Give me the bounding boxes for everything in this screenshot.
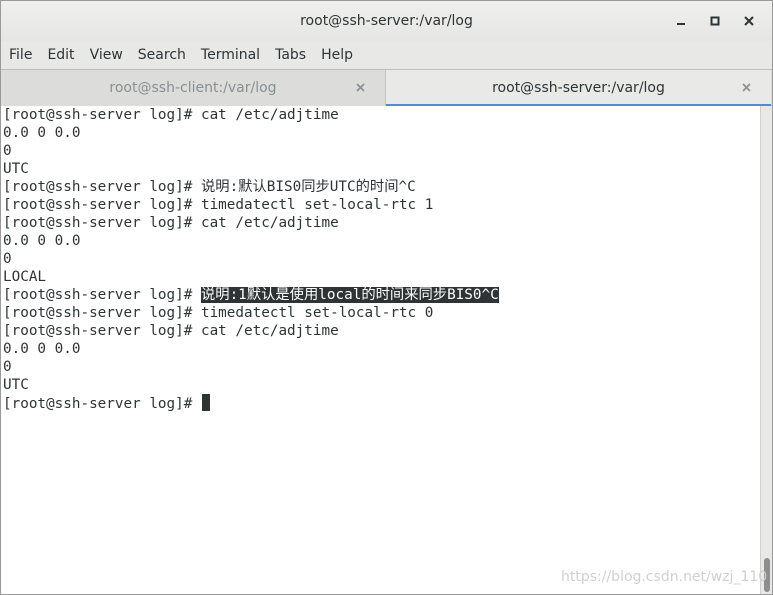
tab-close-icon <box>741 82 751 92</box>
tab-ssh-client[interactable]: root@ssh-client:/var/log <box>1 70 386 106</box>
close-button[interactable] <box>732 7 766 35</box>
menu-tabs[interactable]: Tabs <box>275 47 306 63</box>
watermark: https://blog.csdn.net/wzj_110 <box>561 569 768 585</box>
terminal-line: [root@ssh-server log]# 说明:1默认是使用local的时间… <box>1 286 760 304</box>
menu-search[interactable]: Search <box>138 47 186 63</box>
terminal-line: 0.0 0 0.0 <box>3 233 81 249</box>
terminal-prompt: [root@ssh-server log]# <box>3 396 201 412</box>
menu-help[interactable]: Help <box>321 47 353 63</box>
terminal-line: 0.0 0 0.0 <box>3 125 81 141</box>
terminal-line: [root@ssh-server log]# timedatectl set-l… <box>3 305 434 321</box>
terminal-line: 0 <box>3 251 12 267</box>
terminal-line: 0 <box>3 143 12 159</box>
menu-edit[interactable]: Edit <box>47 47 74 63</box>
terminal-line: [root@ssh-server log]# cat /etc/adjtime <box>3 215 339 231</box>
tab-bar: root@ssh-client:/var/log root@ssh-server… <box>1 69 772 107</box>
vertical-scrollbar[interactable] <box>761 106 772 594</box>
tab-ssh-server[interactable]: root@ssh-server:/var/log <box>386 70 771 107</box>
window-controls <box>664 1 766 41</box>
window-title: root@ssh-server:/var/log <box>300 13 473 29</box>
menu-file[interactable]: File <box>9 47 32 63</box>
terminal-input-line[interactable]: [root@ssh-server log]# <box>1 394 760 412</box>
terminal-line: 0.0 0 0.0 <box>3 341 81 357</box>
menu-terminal[interactable]: Terminal <box>201 47 260 63</box>
terminal-prompt: [root@ssh-server log]# <box>3 287 201 303</box>
tab-label: root@ssh-server:/var/log <box>492 80 665 96</box>
maximize-icon <box>710 16 720 26</box>
tab-label: root@ssh-client:/var/log <box>109 80 277 96</box>
terminal-line: [root@ssh-server log]# cat /etc/adjtime <box>3 323 339 339</box>
text-cursor <box>201 394 210 411</box>
selected-text: 说明:1默认是使用local的时间来同步BIS0^C <box>200 287 499 303</box>
menu-view[interactable]: View <box>90 47 123 63</box>
terminal-line: UTC <box>3 161 29 177</box>
title-bar[interactable]: root@ssh-server:/var/log <box>1 1 772 41</box>
menu-bar: File Edit View Search Terminal Tabs Help <box>1 41 772 69</box>
minimize-icon <box>677 23 685 25</box>
terminal-line: 0 <box>3 359 12 375</box>
terminal-window: root@ssh-server:/var/log File Edit View … <box>0 0 773 595</box>
tab-close-button[interactable] <box>739 80 753 94</box>
close-icon <box>744 16 754 26</box>
terminal-output[interactable]: [root@ssh-server log]# cat /etc/adjtime 0… <box>1 106 761 594</box>
terminal-line: [root@ssh-server log]# timedatectl set-l… <box>3 197 434 213</box>
terminal-line: LOCAL <box>3 269 47 285</box>
terminal-line: UTC <box>3 377 29 393</box>
tab-close-icon <box>355 82 365 92</box>
maximize-button[interactable] <box>698 7 732 35</box>
terminal-line: [root@ssh-server log]# cat /etc/adjtime <box>3 107 339 123</box>
terminal-line: [root@ssh-server log]# 说明:默认BIS0同步UTC的时间… <box>3 179 416 195</box>
tab-close-button[interactable] <box>353 80 367 94</box>
minimize-button[interactable] <box>664 7 698 35</box>
